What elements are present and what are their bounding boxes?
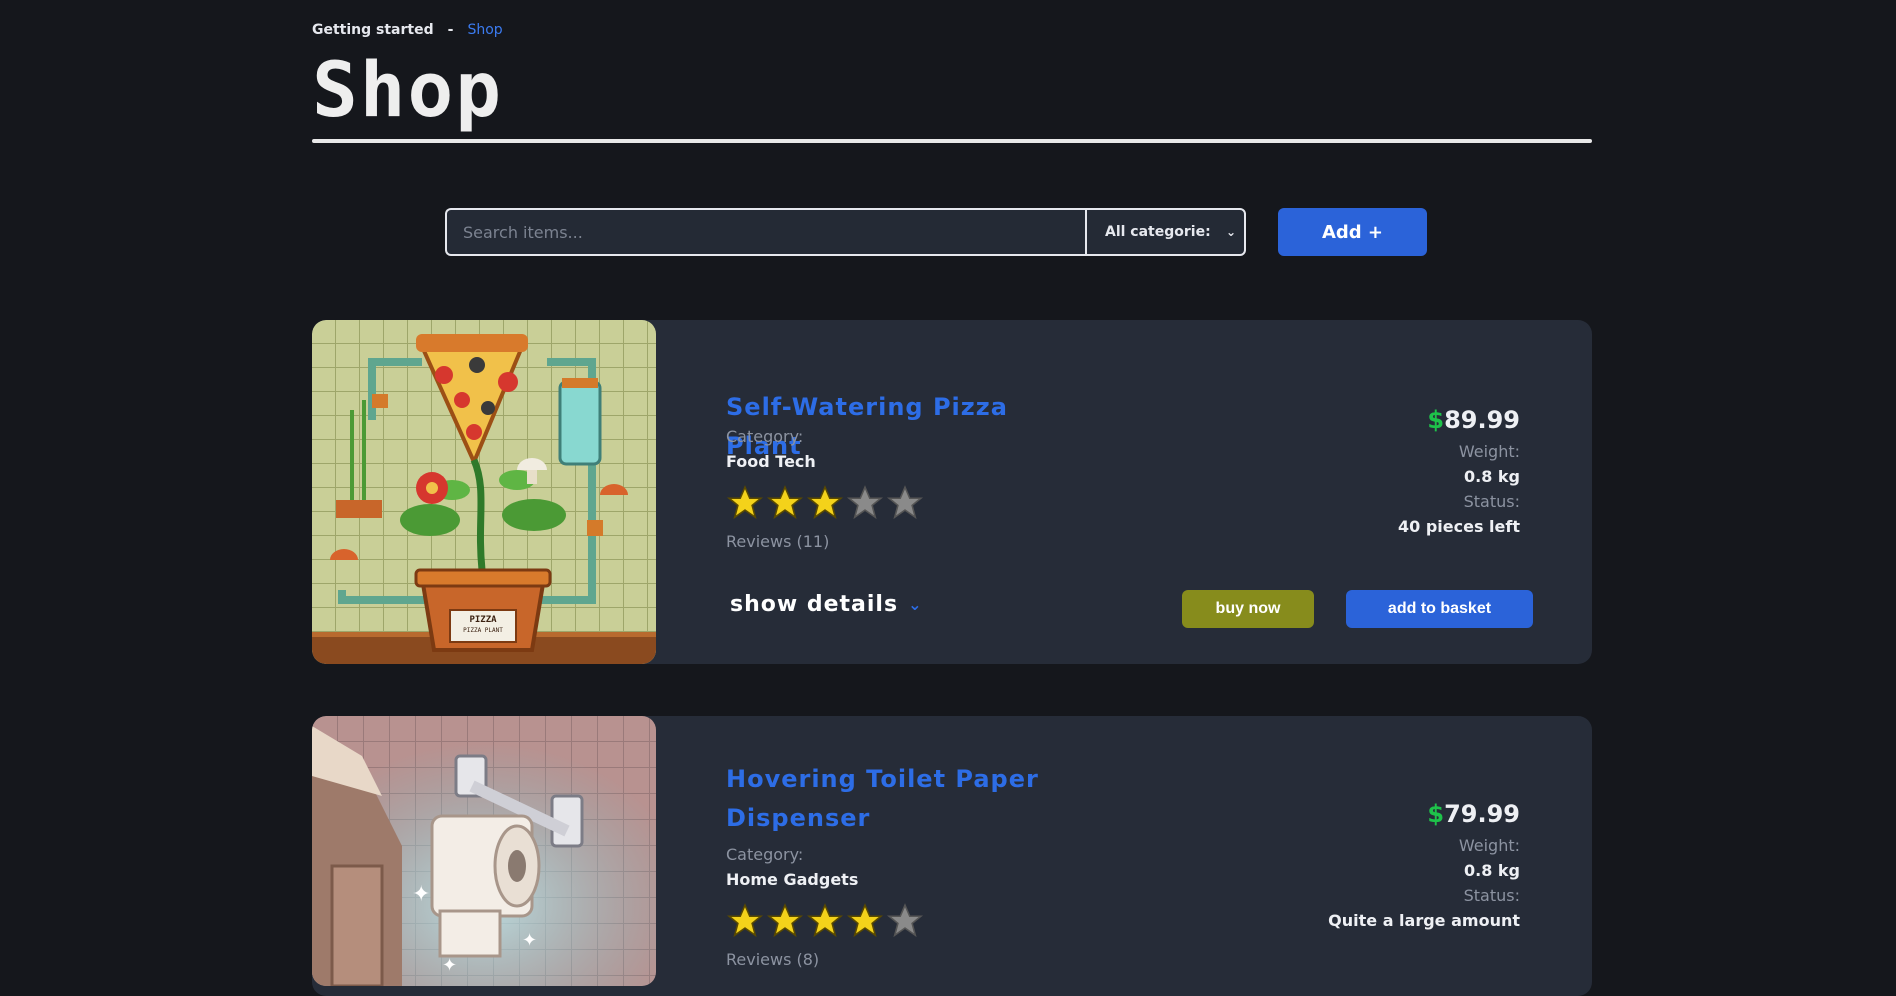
star-empty-icon xyxy=(886,485,924,520)
price-value: 89.99 xyxy=(1444,406,1520,434)
product-meta-right: $79.99 Weight: 0.8 kg Status: Quite a la… xyxy=(1328,800,1520,930)
status-value: Quite a large amount xyxy=(1328,911,1520,930)
star-filled-icon xyxy=(806,903,844,938)
category-select[interactable]: All categorie: ⌄ xyxy=(1085,208,1246,256)
rating-stars xyxy=(726,484,924,522)
sparkle-icon: ✦ xyxy=(522,930,537,951)
product-name[interactable]: Hovering Toilet Paper Dispenser xyxy=(726,760,1046,838)
weight-value: 0.8 kg xyxy=(1463,467,1520,486)
product-meta-right: $89.99 Weight: 0.8 kg Status: 40 pieces … xyxy=(1398,406,1520,536)
star-filled-icon xyxy=(766,903,804,938)
category-value: Home Gadgets xyxy=(726,870,859,889)
chevron-down-icon: ⌄ xyxy=(1225,225,1236,239)
star-filled-icon xyxy=(726,903,764,938)
category-label: Category: xyxy=(726,845,804,864)
weight-label: Weight: xyxy=(1458,836,1520,855)
add-item-button[interactable]: Add + xyxy=(1278,208,1427,256)
price-value: 79.99 xyxy=(1444,800,1520,828)
star-filled-icon xyxy=(806,485,844,520)
category-value: Food Tech xyxy=(726,452,816,471)
shop-toolbar: All categorie: ⌄ Add + xyxy=(445,208,1427,256)
product-card-toilet-dispenser: ✦ ✦ ✦ Hovering Toilet Paper Dispenser Ca… xyxy=(312,716,1592,996)
dollar-icon: $ xyxy=(1427,406,1445,434)
reviews-link[interactable]: Reviews (11) xyxy=(726,532,829,551)
reviews-link[interactable]: Reviews (8) xyxy=(726,950,819,969)
toilet-paper-image[interactable]: ✦ ✦ ✦ xyxy=(312,716,656,986)
page-title: Shop xyxy=(312,45,504,134)
title-divider xyxy=(312,139,1592,143)
sparkle-icon: ✦ xyxy=(442,955,457,976)
chevron-down-icon: ⌄ xyxy=(908,595,923,614)
category-label: Category: xyxy=(726,427,804,446)
star-empty-icon xyxy=(886,903,924,938)
breadcrumb-getting-started[interactable]: Getting started xyxy=(312,22,434,38)
star-filled-icon xyxy=(766,485,804,520)
pizza-plant-image[interactable]: PIZZA PIZZA PLANT xyxy=(312,320,656,664)
star-empty-icon xyxy=(846,485,884,520)
add-to-basket-button[interactable]: add to basket xyxy=(1346,590,1533,628)
show-details-label: show details xyxy=(730,592,899,617)
category-select-value: All categorie: xyxy=(1105,224,1211,240)
dollar-icon: $ xyxy=(1427,800,1445,828)
star-filled-icon xyxy=(846,903,884,938)
breadcrumb-separator: - xyxy=(447,22,454,38)
status-value: 40 pieces left xyxy=(1398,517,1520,536)
pot-label-text: PIZZA xyxy=(469,615,497,625)
breadcrumb: Getting started - Shop xyxy=(312,22,503,38)
product-price: $89.99 xyxy=(1398,406,1520,434)
product-category-block: Category: Home Gadgets xyxy=(726,845,858,889)
search-input[interactable] xyxy=(445,208,1085,256)
pot-label-subtext: PIZZA PLANT xyxy=(463,627,503,634)
sparkle-icon: ✦ xyxy=(412,882,430,907)
status-label: Status: xyxy=(1463,886,1520,905)
product-card-pizza-plant: PIZZA PIZZA PLANT Self-Watering Pizza Pl… xyxy=(312,320,1592,664)
product-category-block: Category: Food Tech xyxy=(726,427,816,471)
product-price: $79.99 xyxy=(1328,800,1520,828)
weight-label: Weight: xyxy=(1458,442,1520,461)
show-details-toggle[interactable]: show details ⌄ xyxy=(730,592,922,617)
status-label: Status: xyxy=(1463,492,1520,511)
buy-now-button[interactable]: buy now xyxy=(1182,590,1314,628)
breadcrumb-shop[interactable]: Shop xyxy=(467,22,502,38)
weight-value: 0.8 kg xyxy=(1463,861,1520,880)
star-filled-icon xyxy=(726,485,764,520)
rating-stars xyxy=(726,902,924,940)
